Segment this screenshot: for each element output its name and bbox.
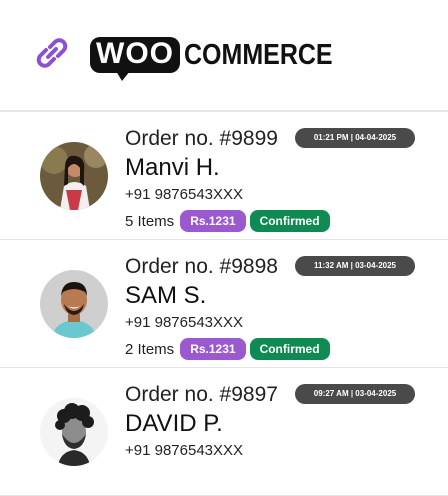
link-icon[interactable]: [34, 35, 70, 71]
item-count: 5 Items: [125, 212, 175, 230]
customer-name: DAVID P.: [125, 410, 223, 437]
order-card[interactable]: 01:21 PM | 04-04-2025 Order no. #9899 Ma…: [0, 112, 448, 240]
item-count: 2 Items: [125, 340, 175, 358]
customer-name: SAM S.: [125, 282, 207, 309]
order-card[interactable]: 11:32 AM | 03-04-2025 Order no. #9898 SA…: [0, 240, 448, 368]
order-number: Order no. #9898: [125, 255, 278, 278]
logo-commerce-text: COMMERCE: [184, 38, 333, 71]
customer-name: Manvi H.: [125, 154, 220, 181]
avatar: [40, 142, 108, 210]
customer-phone: +91 9876543XXX: [125, 186, 244, 203]
price-badge: Rs.1231: [180, 338, 246, 360]
order-timestamp: 09:27 AM | 03-04-2025: [295, 384, 415, 404]
order-card[interactable]: 09:27 AM | 03-04-2025 Order no. #9897 DA…: [0, 368, 448, 496]
status-badge: Confirmed: [249, 210, 330, 232]
price-badge: Rs.1231: [180, 210, 246, 232]
order-number: Order no. #9899: [125, 127, 278, 150]
customer-phone: +91 9876543XXX: [125, 314, 244, 331]
app-header: WOO COMMERCE: [0, 0, 448, 112]
status-badge: Confirmed: [249, 338, 330, 360]
woocommerce-logo: WOO COMMERCE: [90, 37, 333, 81]
customer-phone: +91 9876543XXX: [125, 442, 244, 459]
order-number: Order no. #9897: [125, 383, 278, 406]
logo-woo-text: WOO: [90, 37, 180, 81]
avatar: [40, 270, 108, 338]
